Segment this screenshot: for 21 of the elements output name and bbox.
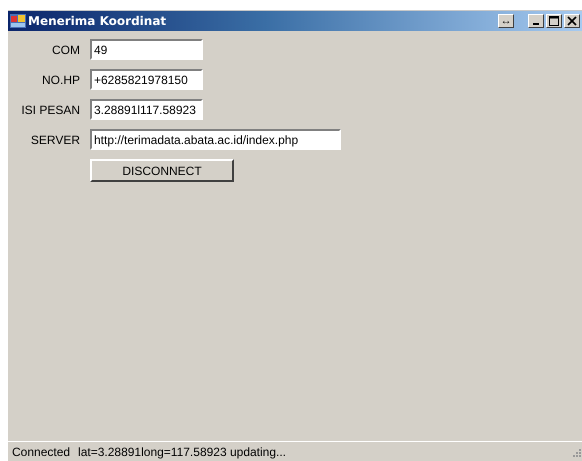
window-title: Menerima Koordinat xyxy=(28,14,166,28)
maximize-button[interactable] xyxy=(546,14,562,28)
status-text: Connected xyxy=(12,445,70,459)
input-field[interactable]: 49 xyxy=(90,39,203,60)
input-field[interactable]: http://terimadata.abata.ac.id/index.php xyxy=(90,129,341,150)
resize-button[interactable]: ↔ xyxy=(498,14,514,28)
field-label: SERVER xyxy=(30,132,80,146)
field-label: COM xyxy=(52,42,80,56)
status-text: lat=3.28891long=117.58923 updating... xyxy=(78,445,286,459)
close-button[interactable] xyxy=(564,14,580,28)
input-field[interactable]: 3.28891l117.58923 xyxy=(90,99,203,120)
field-label: NO.HP xyxy=(42,72,80,86)
app-icon xyxy=(10,13,26,29)
field-label: ISI PESAN xyxy=(21,102,80,116)
close-icon xyxy=(567,16,577,26)
minimize-icon xyxy=(533,23,539,25)
maximize-icon xyxy=(549,16,559,26)
disconnect-button[interactable]: DISCONNECT xyxy=(90,159,234,182)
input-field[interactable]: +6285821978150 xyxy=(90,69,203,90)
minimize-button[interactable] xyxy=(528,14,544,28)
resize-grip-icon xyxy=(570,446,582,458)
